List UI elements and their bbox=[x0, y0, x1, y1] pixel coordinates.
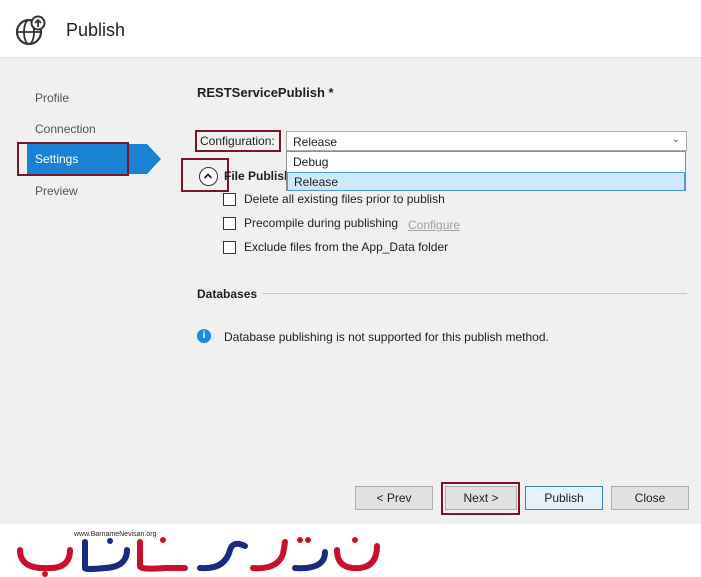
chevron-down-icon: ⌄ bbox=[671, 134, 680, 145]
close-button[interactable]: Close bbox=[611, 486, 689, 510]
configure-link: Configure bbox=[408, 218, 461, 232]
watermark-footer: www.BarnameNevisan.org bbox=[0, 524, 701, 577]
database-info-text: Database publishing is not supported for… bbox=[224, 330, 549, 344]
configuration-select[interactable]: Release ⌄ bbox=[286, 131, 687, 151]
highlight-configuration bbox=[195, 130, 281, 152]
section-divider bbox=[262, 293, 687, 294]
file-publish-title: File Publish bbox=[224, 169, 292, 183]
configuration-value: Release bbox=[293, 135, 338, 149]
databases-title: Databases bbox=[197, 287, 258, 301]
publish-dialog: Profile Connection Settings Preview REST… bbox=[0, 58, 701, 524]
option-release[interactable]: Release bbox=[287, 172, 685, 191]
dialog-title: Publish bbox=[66, 20, 126, 40]
brand-logo bbox=[17, 537, 380, 577]
option-debug[interactable]: Debug bbox=[287, 153, 685, 172]
info-icon: i bbox=[197, 329, 211, 343]
nav-item-profile[interactable]: Profile bbox=[35, 91, 69, 105]
globe-publish-icon bbox=[15, 15, 46, 46]
nav-item-connection[interactable]: Connection bbox=[35, 122, 96, 136]
title-bar: Publish bbox=[0, 0, 701, 58]
checkbox[interactable] bbox=[223, 217, 236, 230]
publish-button[interactable]: Publish bbox=[525, 486, 603, 510]
highlight-settings bbox=[17, 142, 129, 176]
nav-item-preview[interactable]: Preview bbox=[35, 184, 78, 198]
checkbox-label: Precompile during publishing bbox=[244, 216, 399, 230]
highlight-collapse bbox=[181, 158, 229, 192]
profile-name: RESTServicePublish * bbox=[197, 85, 334, 100]
checkbox-label: Delete all existing files prior to publi… bbox=[244, 192, 445, 206]
checkbox-label: Exclude files from the App_Data folder bbox=[244, 240, 449, 254]
nav-selected-arrow bbox=[147, 144, 161, 174]
checkbox[interactable] bbox=[223, 193, 236, 206]
configuration-dropdown-list: Debug Release bbox=[286, 151, 686, 191]
highlight-next bbox=[441, 482, 520, 515]
prev-button[interactable]: < Prev bbox=[355, 486, 433, 510]
checkbox[interactable] bbox=[223, 241, 236, 254]
